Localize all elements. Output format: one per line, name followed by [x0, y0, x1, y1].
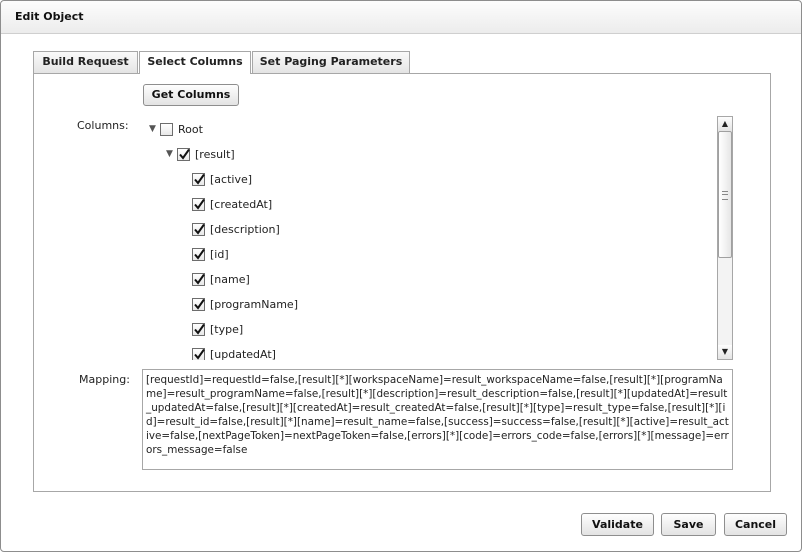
checkmark-icon [194, 298, 205, 310]
checkbox-updatedat[interactable] [192, 347, 205, 360]
checkbox-id[interactable] [192, 247, 205, 261]
dialog-title: Edit Object [15, 10, 84, 23]
tree-node-label: [description] [210, 222, 280, 236]
columns-tree: ▼ Root ▼ [result] [active] [createdAt] [… [143, 117, 733, 360]
tab-build-request[interactable]: Build Request [33, 51, 138, 73]
columns-scrollbar[interactable]: ▲ ▼ [717, 116, 733, 360]
tab-select-columns[interactable]: Select Columns [139, 51, 251, 74]
tree-node-label: [updatedAt] [210, 347, 276, 361]
tree-node-createdat: [createdAt] [192, 195, 272, 213]
tree-node-type: [type] [192, 320, 243, 338]
tree-node-description: [description] [192, 220, 280, 238]
checkbox-result[interactable] [177, 147, 190, 161]
tree-node-active: [active] [192, 170, 252, 188]
checkbox-type[interactable] [192, 322, 205, 336]
tab-set-paging-parameters[interactable]: Set Paging Parameters [252, 51, 410, 73]
tree-node-label: [active] [210, 172, 253, 186]
checkmark-icon [194, 198, 205, 210]
tree-node-label: Root [178, 122, 203, 136]
checkmark-icon [194, 173, 205, 185]
arrow-down-icon[interactable]: ▼ [718, 345, 732, 359]
checkbox-name[interactable] [192, 272, 205, 286]
cancel-button[interactable]: Cancel [724, 513, 787, 536]
checkmark-icon [194, 248, 205, 260]
checkbox-root[interactable] [160, 122, 173, 136]
columns-label: Columns: [77, 119, 129, 132]
arrow-up-icon[interactable]: ▲ [718, 117, 732, 131]
checkbox-createdat[interactable] [192, 197, 205, 211]
checkbox-description[interactable] [192, 222, 205, 236]
checkmark-icon [194, 348, 205, 360]
tree-node-name: [name] [192, 270, 250, 288]
tree-node-result: ▼ [result] [164, 145, 235, 163]
tree-node-id: [id] [192, 245, 229, 263]
save-button[interactable]: Save [661, 513, 716, 536]
mapping-label: Mapping: [79, 373, 130, 386]
tree-node-label: [type] [210, 322, 244, 336]
checkmark-icon [179, 148, 190, 160]
checkbox-programname[interactable] [192, 297, 205, 311]
checkmark-icon [194, 223, 205, 235]
tree-node-root: ▼ Root [147, 120, 203, 138]
get-columns-button[interactable]: Get Columns [143, 84, 239, 106]
mapping-textarea[interactable]: [requestId]=requestId=false,[result][*][… [142, 369, 733, 470]
tree-node-label: [id] [210, 247, 229, 261]
tree-node-label: [result] [195, 147, 235, 161]
triangle-down-icon[interactable]: ▼ [147, 124, 158, 135]
tree-node-label: [createdAt] [210, 197, 273, 211]
tree-node-programname: [programName] [192, 295, 298, 313]
grip-icon [722, 191, 728, 200]
checkbox-active[interactable] [192, 172, 205, 186]
tree-node-label: [programName] [210, 297, 298, 311]
tree-node-label: [name] [210, 272, 250, 286]
validate-button[interactable]: Validate [581, 513, 654, 536]
triangle-down-icon[interactable]: ▼ [164, 149, 175, 160]
checkmark-icon [194, 323, 205, 335]
checkmark-icon [194, 273, 205, 285]
dialog-titlebar[interactable]: Edit Object [1, 1, 801, 34]
scrollbar-thumb[interactable] [718, 131, 732, 258]
tree-node-updatedat: [updatedAt] [192, 345, 276, 360]
